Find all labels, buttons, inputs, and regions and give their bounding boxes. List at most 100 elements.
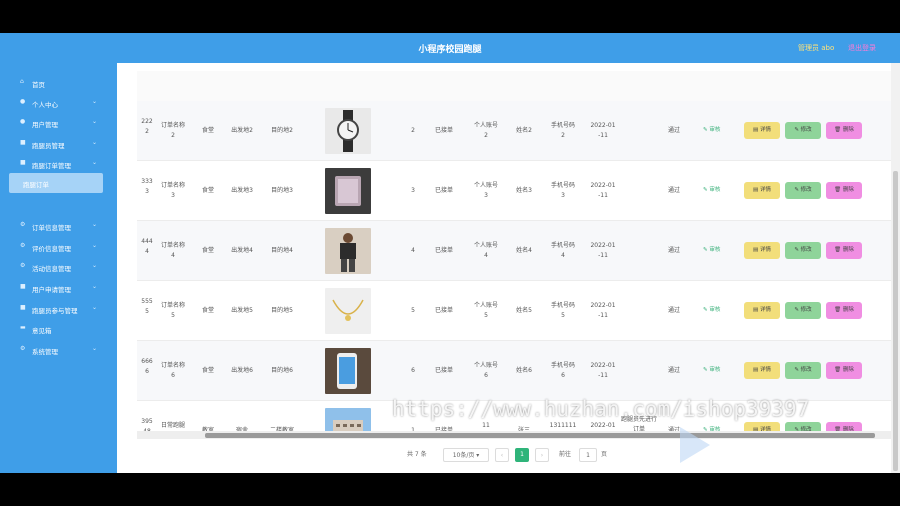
cell-name1: 订单名称 <box>160 122 185 129</box>
goto-page-input[interactable]: 1 <box>579 448 597 462</box>
review-link[interactable]: ✎ 审核 <box>703 245 720 253</box>
cell-name2: 4 <box>171 252 175 259</box>
cell-name1: 订单名称 <box>160 182 185 189</box>
page-size-select[interactable]: 10条/页 ▾ <box>443 448 489 462</box>
detail-label: 详情 <box>759 247 771 253</box>
cell-date2: -11 <box>598 252 608 259</box>
sidebar-item-1[interactable]: ● 个人中心 ⌄ <box>0 93 117 113</box>
sidebar-item-label: 意见箱 <box>32 327 52 335</box>
edit-icon: ✎ <box>703 367 708 373</box>
review-link[interactable]: ✎ 审核 <box>703 125 720 133</box>
edit-button[interactable]: ✎ 修改 <box>785 182 821 199</box>
cell-to: 目的地3 <box>271 187 293 194</box>
cell-qty: 6 <box>411 367 415 374</box>
cell-acct1: 个人账号 <box>473 242 498 249</box>
edit-button[interactable]: ✎ 修改 <box>785 122 821 139</box>
sidebar-item-11[interactable]: ⚙ 系统管理 ⌄ <box>0 340 117 360</box>
trash-icon: 🗑 <box>834 187 842 193</box>
cell-pname: 姓名4 <box>516 247 532 254</box>
sidebar-item-6[interactable]: ⚙ 评价信息管理 ⌄ <box>0 237 117 257</box>
cell-id1: 395 <box>141 418 153 425</box>
chevron-left-icon: ‹ <box>500 452 504 459</box>
sidebar-item-10[interactable]: ▬ 意见箱 <box>0 319 117 339</box>
chevron-down-icon: ⌄ <box>92 221 98 228</box>
cell-audit: 通过 <box>667 367 680 374</box>
cell-from: 出发地2 <box>231 127 253 134</box>
sidebar-item-label: 首页 <box>32 81 45 89</box>
next-page-button[interactable]: › <box>535 448 549 462</box>
goto-label: 前往 <box>559 451 572 458</box>
cell-acct2: 3 <box>484 192 488 199</box>
edit-button[interactable]: ✎ 修改 <box>785 362 821 379</box>
sidebar-item-3[interactable]: ■ 跑腿员管理 ⌄ <box>0 134 117 154</box>
sidebar-item-5[interactable]: ⚙ 订单信息管理 ⌄ <box>0 216 117 236</box>
cell-name1: 日常跑腿 <box>160 422 185 429</box>
detail-button[interactable]: ▤ 详情 <box>744 362 780 379</box>
detail-button[interactable]: ▤ 详情 <box>744 122 780 139</box>
sidebar-item-7[interactable]: ⚙ 活动信息管理 ⌄ <box>0 257 117 277</box>
delete-button[interactable]: 🗑 删除 <box>826 122 862 139</box>
review-link[interactable]: ✎ 审核 <box>703 185 720 193</box>
delete-button[interactable]: 🗑 删除 <box>826 302 862 319</box>
cell-phone2: 2 <box>561 132 565 139</box>
delete-button[interactable]: 🗑 删除 <box>826 242 862 259</box>
cell-type: 食堂 <box>201 247 214 254</box>
sidebar-item-4[interactable]: ■ 跑腿订单管理 ⌄ <box>0 154 117 174</box>
cell-acct1: 个人账号 <box>473 362 498 369</box>
review-icon: ⚙ <box>20 242 26 249</box>
delete-button[interactable]: 🗑 删除 <box>826 362 862 379</box>
detail-button[interactable]: ▤ 详情 <box>744 422 780 431</box>
review-label: 审核 <box>709 187 721 193</box>
sidebar-item-0[interactable]: ⌂ 首页 <box>0 73 117 93</box>
product-image <box>325 108 371 154</box>
edit-button[interactable]: ✎ 修改 <box>785 302 821 319</box>
edit-label: 修改 <box>800 247 812 253</box>
sidebar-subitem-label: 跑腿订单 <box>23 181 49 189</box>
home-icon: ⌂ <box>20 78 24 85</box>
review-link[interactable]: ✎ 审核 <box>703 305 720 313</box>
review-link[interactable]: ✎ 审核 <box>703 365 720 373</box>
edit-icon: ✎ <box>794 307 799 313</box>
detail-label: 详情 <box>759 127 771 133</box>
vertical-scrollbar[interactable] <box>891 63 900 473</box>
page-suffix: 页 <box>601 451 608 458</box>
mailbox-icon: ▬ <box>20 324 26 331</box>
cell-audit: 通过 <box>667 127 680 134</box>
trash-icon: 🗑 <box>834 307 842 313</box>
sidebar-item-label: 跑腿订单管理 <box>32 162 71 170</box>
sidebar-item-2[interactable]: ● 用户管理 ⌄ <box>0 113 117 133</box>
cell-phone2: 5 <box>561 312 565 319</box>
cell-date1: 2022-01 <box>590 302 616 309</box>
detail-button[interactable]: ▤ 详情 <box>744 302 780 319</box>
detail-label: 详情 <box>759 367 771 373</box>
cell-date1: 2022-01 <box>590 242 616 249</box>
delete-button[interactable]: 🗑 删除 <box>826 422 862 431</box>
chevron-down-icon: ⌄ <box>92 345 98 352</box>
edit-button[interactable]: ✎ 修改 <box>785 242 821 259</box>
sidebar-item-9[interactable]: ■ 跑腿员参与管理 ⌄ <box>0 299 117 319</box>
prev-page-button[interactable]: ‹ <box>495 448 509 462</box>
detail-button[interactable]: ▤ 详情 <box>744 182 780 199</box>
logout-link[interactable]: 退出登录 <box>848 43 876 53</box>
horizontal-scrollbar[interactable] <box>137 431 891 439</box>
page-size-value: 10条/页 <box>452 452 475 459</box>
vertical-scrollbar-thumb[interactable] <box>893 171 898 471</box>
horizontal-scrollbar-thumb[interactable] <box>205 433 875 438</box>
cell-date1: 2022-01 <box>590 122 616 129</box>
detail-button[interactable]: ▤ 详情 <box>744 242 780 259</box>
sidebar-subitem-active[interactable]: 跑腿订单 <box>9 173 103 193</box>
delete-button[interactable]: 🗑 删除 <box>826 182 862 199</box>
table-row: 666 6 订单名称 6 食堂 出发地6 目的地6 6 已接单 个人账号 6 姓名6 手机号码 6 2022… <box>137 341 891 401</box>
edit-button[interactable]: ✎ 修改 <box>785 422 821 431</box>
cell-name2: 6 <box>171 372 175 379</box>
sidebar-item-label: 评价信息管理 <box>32 245 71 253</box>
sidebar-item-label: 用户管理 <box>32 121 58 129</box>
current-page-button[interactable]: 1 <box>515 448 529 462</box>
sidebar-item-8[interactable]: ■ 用户申请管理 ⌄ <box>0 278 117 298</box>
cell-type: 食堂 <box>201 127 214 134</box>
cell-name2: 2 <box>171 132 175 139</box>
cell-date1: 2022-01 <box>590 362 616 369</box>
cell-phone1: 1311111 <box>549 422 577 429</box>
cell-qty: 2 <box>411 127 415 134</box>
cell-date1: 2022-01 <box>590 422 616 429</box>
